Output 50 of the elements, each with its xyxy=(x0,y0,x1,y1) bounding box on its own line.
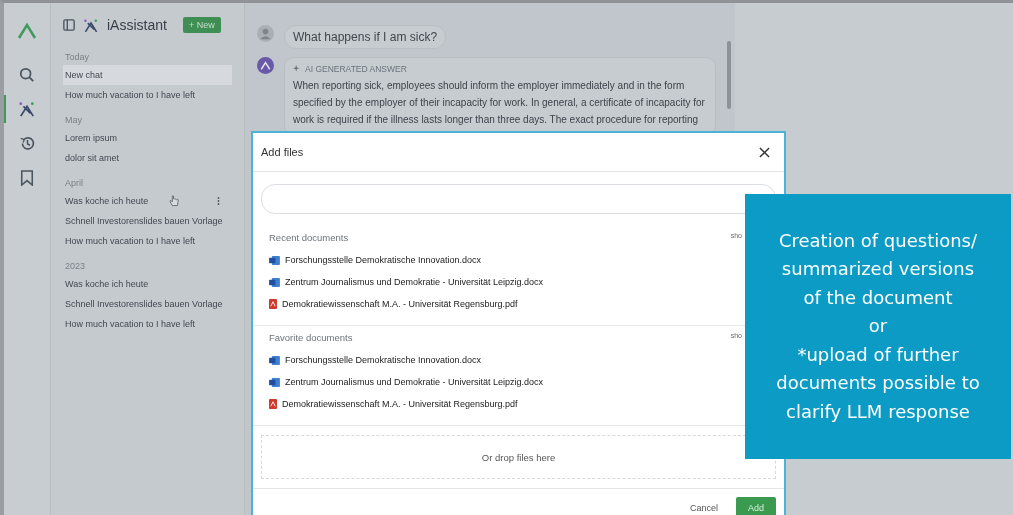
user-message: What happens if I am sick? xyxy=(284,25,447,49)
section-heading: Today xyxy=(64,51,91,64)
word-document-icon xyxy=(269,255,280,265)
scrollbar-thumb[interactable] xyxy=(727,41,731,109)
pointer-hand-icon xyxy=(169,195,179,207)
section-heading: 2023 xyxy=(64,260,87,273)
word-document-icon xyxy=(269,277,280,287)
close-icon[interactable] xyxy=(759,146,770,158)
document-item[interactable]: Demokratiewissenschaft M.A. - Universität Regensburg.pdf xyxy=(269,393,518,415)
sparkle-figure-icon xyxy=(83,17,99,33)
section-heading: Favorite documents xyxy=(269,332,353,343)
active-indicator xyxy=(4,95,6,123)
document-item[interactable]: Zentrum Journalismus und Demokratie - Universität Leipzig.docx xyxy=(269,371,544,393)
user-avatar-icon xyxy=(257,25,274,42)
chat-history-item[interactable]: Schnell Investorenslides bauen Vorlage xyxy=(63,211,232,231)
chat-history-item[interactable]: How much vacation to I have left xyxy=(63,85,232,105)
document-item[interactable]: Demokratiewissenschaft M.A. - Universität Regensburg.pdf xyxy=(269,293,518,315)
logo-icon xyxy=(17,23,37,39)
search-icon[interactable] xyxy=(19,67,35,83)
word-document-icon xyxy=(269,355,280,365)
pdf-document-icon xyxy=(269,299,277,309)
section-heading: May xyxy=(64,114,83,127)
chat-history-item[interactable]: Was koche ich heute xyxy=(63,274,232,294)
answer-label: AI GENERATED ANSWER xyxy=(305,64,407,74)
chat-history-item[interactable]: How much vacation to I have left xyxy=(63,314,232,334)
document-item[interactable]: Forschungsstelle Demokratische Innovation.docx xyxy=(269,349,482,371)
cancel-button[interactable]: Cancel xyxy=(683,502,724,514)
app-title: iAssistant xyxy=(107,17,167,33)
chat-history-item[interactable]: How much vacation to I have left xyxy=(63,231,232,251)
answer-text: When reporting sick, employees should inform the employer immediately and in the form specified by the employer of their incapacity for work. In general, a certificate of incapacity for work is required if the illness lasts longer than three days. The exact procedure for reporting xyxy=(293,79,706,127)
chat-history-item[interactable]: Lorem ipsum xyxy=(63,128,232,148)
pdf-document-icon xyxy=(269,399,277,409)
sparkle-figure-icon[interactable] xyxy=(18,101,36,117)
section-heading: Recent documents xyxy=(269,232,349,243)
chat-history-item[interactable]: Was koche ich heute xyxy=(63,191,232,211)
more-options-icon[interactable] xyxy=(217,196,220,206)
sparkle-icon xyxy=(293,65,301,73)
chat-history-item[interactable]: New chat xyxy=(63,65,232,85)
assistant-avatar-icon xyxy=(257,57,274,74)
history-icon[interactable] xyxy=(18,135,36,152)
chat-history-item[interactable]: Schnell Investorenslides bauen Vorlage xyxy=(63,294,232,314)
section-heading: April xyxy=(64,177,84,190)
annotation-callout: Creation of questions/ summarized versions of the document or *upload of further documents possible to clarify LLM response xyxy=(745,194,1011,459)
dialog-title: Add files xyxy=(261,146,304,158)
bookmark-icon[interactable] xyxy=(20,170,34,186)
document-item[interactable]: Zentrum Journalismus und Demokratie - Universität Leipzig.docx xyxy=(269,271,544,293)
panel-toggle-icon[interactable] xyxy=(63,19,75,31)
document-item[interactable]: Forschungsstelle Demokratische Innovation.docx xyxy=(269,249,482,271)
word-document-icon xyxy=(269,377,280,387)
chat-history-item[interactable]: dolor sit amet xyxy=(63,148,232,168)
